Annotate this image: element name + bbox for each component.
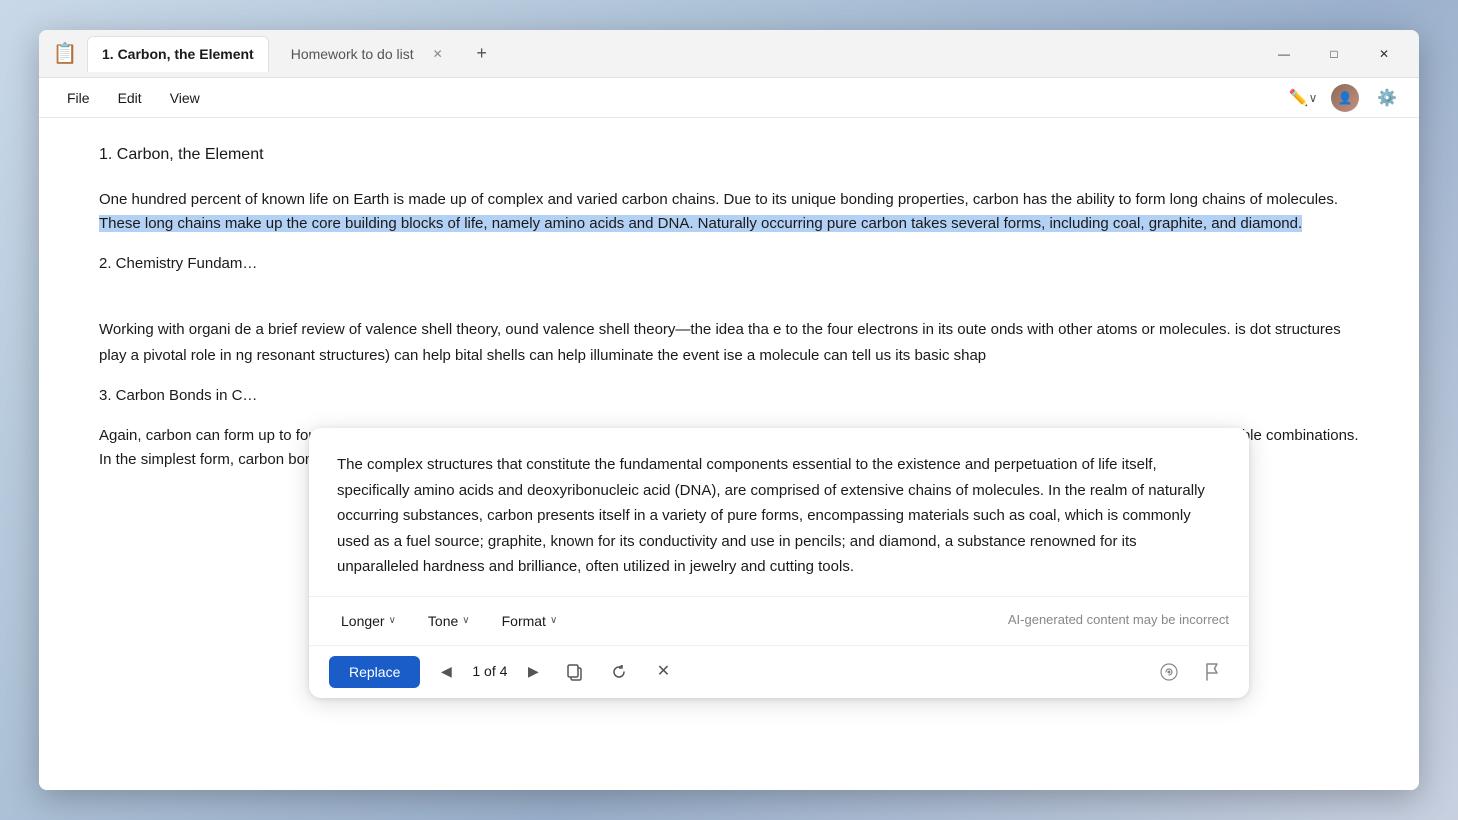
- new-tab-button[interactable]: +: [468, 40, 496, 68]
- format-label: Format: [502, 613, 546, 629]
- document-heading-1: 1. Carbon, the Element: [99, 142, 1359, 168]
- main-window: 📋 1. Carbon, the Element Homework to do …: [39, 30, 1419, 790]
- menu-view[interactable]: View: [158, 86, 212, 110]
- copy-button[interactable]: [559, 656, 591, 688]
- refresh-button[interactable]: [603, 656, 635, 688]
- user-avatar[interactable]: 👤: [1331, 84, 1359, 112]
- app-icon: 📋: [51, 40, 79, 68]
- document-heading-2: 2. Chemistry Fundam…: [99, 252, 1359, 276]
- format-chevron-icon: ∨: [550, 615, 557, 626]
- tone-chevron-icon: ∨: [462, 615, 469, 626]
- document-content: 1. Carbon, the Element One hundred perce…: [39, 118, 1419, 790]
- suggestion-counter: 1 of 4: [472, 660, 507, 682]
- longer-chevron-icon: ∨: [389, 615, 396, 626]
- menu-file[interactable]: File: [55, 86, 102, 110]
- close-button[interactable]: ✕: [1361, 38, 1407, 70]
- ai-suggestion-popup: The complex structures that constitute t…: [309, 428, 1249, 698]
- document-paragraph-1: One hundred percent of known life on Ear…: [99, 188, 1359, 236]
- ai-disclaimer-text: AI-generated content may be incorrect: [1008, 610, 1229, 631]
- copy-icon: [566, 663, 584, 681]
- ai-popup-actions: Replace ◀ 1 of 4 ▶ ✕: [309, 646, 1249, 698]
- ai-dropdown-chevron: ∨: [1309, 91, 1318, 105]
- menu-bar-right: ✏️ ∨ 👤 ⚙️: [1287, 82, 1403, 114]
- refresh-icon: [610, 663, 628, 681]
- active-tab-label: 1. Carbon, the Element: [102, 46, 254, 62]
- ai-popup-toolbar: Longer ∨ Tone ∨ Format ∨ AI-generated co…: [309, 597, 1249, 646]
- tone-dropdown[interactable]: Tone ∨: [416, 607, 482, 635]
- format-dropdown[interactable]: Format ∨: [490, 607, 570, 635]
- ai-edit-icon: ✏️: [1289, 88, 1309, 108]
- window-controls: — □ ✕: [1261, 38, 1407, 70]
- copilot-icon: [1159, 662, 1179, 682]
- longer-dropdown[interactable]: Longer ∨: [329, 607, 408, 635]
- document-heading-3: 3. Carbon Bonds in C…: [99, 384, 1359, 408]
- longer-label: Longer: [341, 613, 385, 629]
- next-suggestion-button[interactable]: ▶: [519, 658, 547, 686]
- maximize-button[interactable]: □: [1311, 38, 1357, 70]
- settings-icon: ⚙️: [1377, 88, 1397, 108]
- ai-suggestion-text: The complex structures that constitute t…: [309, 428, 1249, 597]
- avatar-image: 👤: [1338, 91, 1353, 105]
- ai-toolbar-button[interactable]: ✏️ ∨: [1287, 82, 1319, 114]
- settings-button[interactable]: ⚙️: [1371, 82, 1403, 114]
- paragraph-1-pre: One hundred percent of known life on Ear…: [99, 191, 1338, 208]
- paragraph-1-selected: These long chains make up the core build…: [99, 215, 1302, 232]
- menu-bar: File Edit View ✏️ ∨ 👤 ⚙️: [39, 78, 1419, 118]
- inactive-tab-label: Homework to do list: [291, 46, 414, 62]
- flag-icon: [1205, 663, 1221, 681]
- tone-label: Tone: [428, 613, 458, 629]
- title-bar: 📋 1. Carbon, the Element Homework to do …: [39, 30, 1419, 78]
- minimize-button[interactable]: —: [1261, 38, 1307, 70]
- dismiss-button[interactable]: ✕: [647, 656, 679, 688]
- previous-suggestion-button[interactable]: ◀: [432, 658, 460, 686]
- replace-button[interactable]: Replace: [329, 656, 420, 688]
- document-paragraph-2: Working with organi de a brief review of…: [99, 292, 1359, 369]
- ai-badge-icon: [1153, 656, 1185, 688]
- flag-button[interactable]: [1197, 656, 1229, 688]
- active-tab[interactable]: 1. Carbon, the Element: [87, 36, 269, 72]
- inactive-tab[interactable]: Homework to do list ✕: [277, 36, 460, 72]
- menu-edit[interactable]: Edit: [106, 86, 154, 110]
- tab-close-icon[interactable]: ✕: [430, 46, 446, 62]
